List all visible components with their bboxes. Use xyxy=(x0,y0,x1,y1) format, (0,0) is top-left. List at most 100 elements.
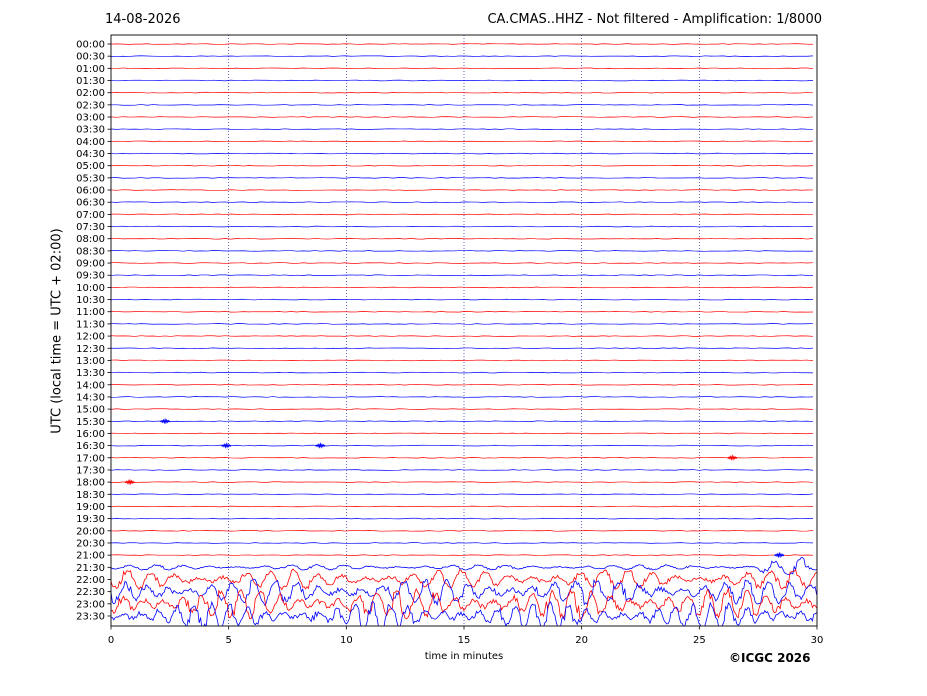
y-tick-label: 23:30 xyxy=(76,611,105,622)
trace-13-30 xyxy=(111,371,814,374)
y-tick-label: 13:30 xyxy=(76,368,105,379)
x-tick-label: 30 xyxy=(811,635,824,646)
trace-12-00 xyxy=(111,335,814,337)
event-mark xyxy=(159,417,171,425)
trace-19-30 xyxy=(111,517,814,520)
y-tick-label: 15:30 xyxy=(76,417,105,428)
y-tick-label: 05:30 xyxy=(76,173,105,184)
trace-10-00 xyxy=(111,286,814,289)
trace-08-00 xyxy=(111,237,814,240)
trace-03-00 xyxy=(111,116,814,118)
y-tick-label: 16:00 xyxy=(76,429,105,440)
trace-00-00 xyxy=(111,43,814,45)
y-tick-label: 21:00 xyxy=(76,551,105,562)
trace-17-00 xyxy=(111,457,814,459)
event-mark xyxy=(124,478,135,486)
event-mark xyxy=(315,442,326,449)
y-tick-label: 20:30 xyxy=(76,538,105,549)
trace-05-30 xyxy=(111,177,814,179)
x-tick-label: 0 xyxy=(108,635,114,646)
x-tick-label: 25 xyxy=(693,635,706,646)
trace-13-00 xyxy=(111,359,814,362)
trace-01-30 xyxy=(111,79,814,82)
trace-18-30 xyxy=(111,493,814,496)
plot-frame xyxy=(110,34,818,627)
trace-22-00 xyxy=(111,568,817,591)
y-tick-label: 00:30 xyxy=(76,52,105,63)
y-tick-label: 16:30 xyxy=(76,441,105,452)
y-tick-label: 13:00 xyxy=(76,356,105,367)
y-tick-label: 15:00 xyxy=(76,405,105,416)
trace-03-30 xyxy=(111,128,814,130)
trace-07-00 xyxy=(111,213,813,216)
y-tick-label: 09:30 xyxy=(76,271,105,282)
y-tick-label: 21:30 xyxy=(76,563,105,574)
y-tick-label: 10:30 xyxy=(76,295,105,306)
trace-18-00 xyxy=(111,481,814,483)
event-mark xyxy=(774,551,785,559)
trace-20-30 xyxy=(111,542,814,544)
y-tick-label: 19:30 xyxy=(76,514,105,525)
event-mark xyxy=(221,442,232,449)
trace-09-30 xyxy=(111,274,814,276)
trace-01-00 xyxy=(111,67,814,70)
y-tick-label: 03:30 xyxy=(76,125,105,136)
y-tick-label: 23:00 xyxy=(76,599,105,610)
trace-21-00 xyxy=(111,554,814,556)
y-tick-label: 11:00 xyxy=(76,307,105,318)
y-tick-label: 06:00 xyxy=(76,186,105,197)
y-tick-label: 09:00 xyxy=(76,259,105,270)
y-tick-label: 18:00 xyxy=(76,478,105,489)
y-tick-label: 06:30 xyxy=(76,198,105,209)
x-tick-label: 5 xyxy=(225,635,231,646)
grid xyxy=(228,35,700,626)
y-tick-label: 03:00 xyxy=(76,113,105,124)
trace-04-30 xyxy=(111,152,814,155)
trace-00-30 xyxy=(111,55,814,57)
trace-22-30 xyxy=(111,578,817,607)
y-tick-label: 18:30 xyxy=(76,490,105,501)
trace-06-30 xyxy=(111,201,814,203)
y-tick-label: 22:30 xyxy=(76,587,105,598)
trace-04-00 xyxy=(111,140,814,143)
axes: 00:0000:3001:0001:3002:0002:30 03:0003:30… xyxy=(76,34,824,646)
y-tick-label: 02:00 xyxy=(76,88,105,99)
trace-11-00 xyxy=(111,310,814,313)
trace-05-00 xyxy=(111,164,814,167)
trace-15-00 xyxy=(111,408,814,410)
y-tick-label: 08:00 xyxy=(76,234,105,245)
y-tick-label: 17:30 xyxy=(76,465,105,476)
x-tick-label: 20 xyxy=(575,635,588,646)
y-tick-label: 12:30 xyxy=(76,344,105,355)
y-tick-label: 14:30 xyxy=(76,392,105,403)
trace-15-30 xyxy=(111,420,814,423)
x-tick-label: 10 xyxy=(340,635,353,646)
y-tick-label: 07:00 xyxy=(76,210,105,221)
y-tick-label: 02:30 xyxy=(76,100,105,111)
y-tick-label: 01:00 xyxy=(76,64,105,75)
trace-06-00 xyxy=(111,189,814,191)
y-tick-label: 19:00 xyxy=(76,502,105,513)
y-tick-label: 00:00 xyxy=(76,40,105,51)
y-tick-label: 08:30 xyxy=(76,246,105,257)
trace-16-00 xyxy=(111,432,814,435)
event-mark xyxy=(727,454,738,461)
y-tick-label: 01:30 xyxy=(76,76,105,87)
trace-09-00 xyxy=(111,262,814,264)
y-tick-label: 07:30 xyxy=(76,222,105,233)
y-tick-label: 04:00 xyxy=(76,137,105,148)
y-tick-label: 10:00 xyxy=(76,283,105,294)
trace-14-00 xyxy=(111,384,814,386)
trace-17-30 xyxy=(111,469,814,471)
trace-11-30 xyxy=(111,323,814,325)
trace-12-30 xyxy=(111,347,814,349)
trace-08-30 xyxy=(111,250,814,252)
y-tick-label: 22:00 xyxy=(76,575,105,586)
trace-14-30 xyxy=(111,396,814,398)
y-tick-label: 04:30 xyxy=(76,149,105,160)
y-tick-label: 05:00 xyxy=(76,161,105,172)
trace-16-30 xyxy=(111,444,814,447)
y-tick-label: 14:00 xyxy=(76,380,105,391)
trace-02-00 xyxy=(111,91,814,94)
trace-20-00 xyxy=(111,530,814,532)
